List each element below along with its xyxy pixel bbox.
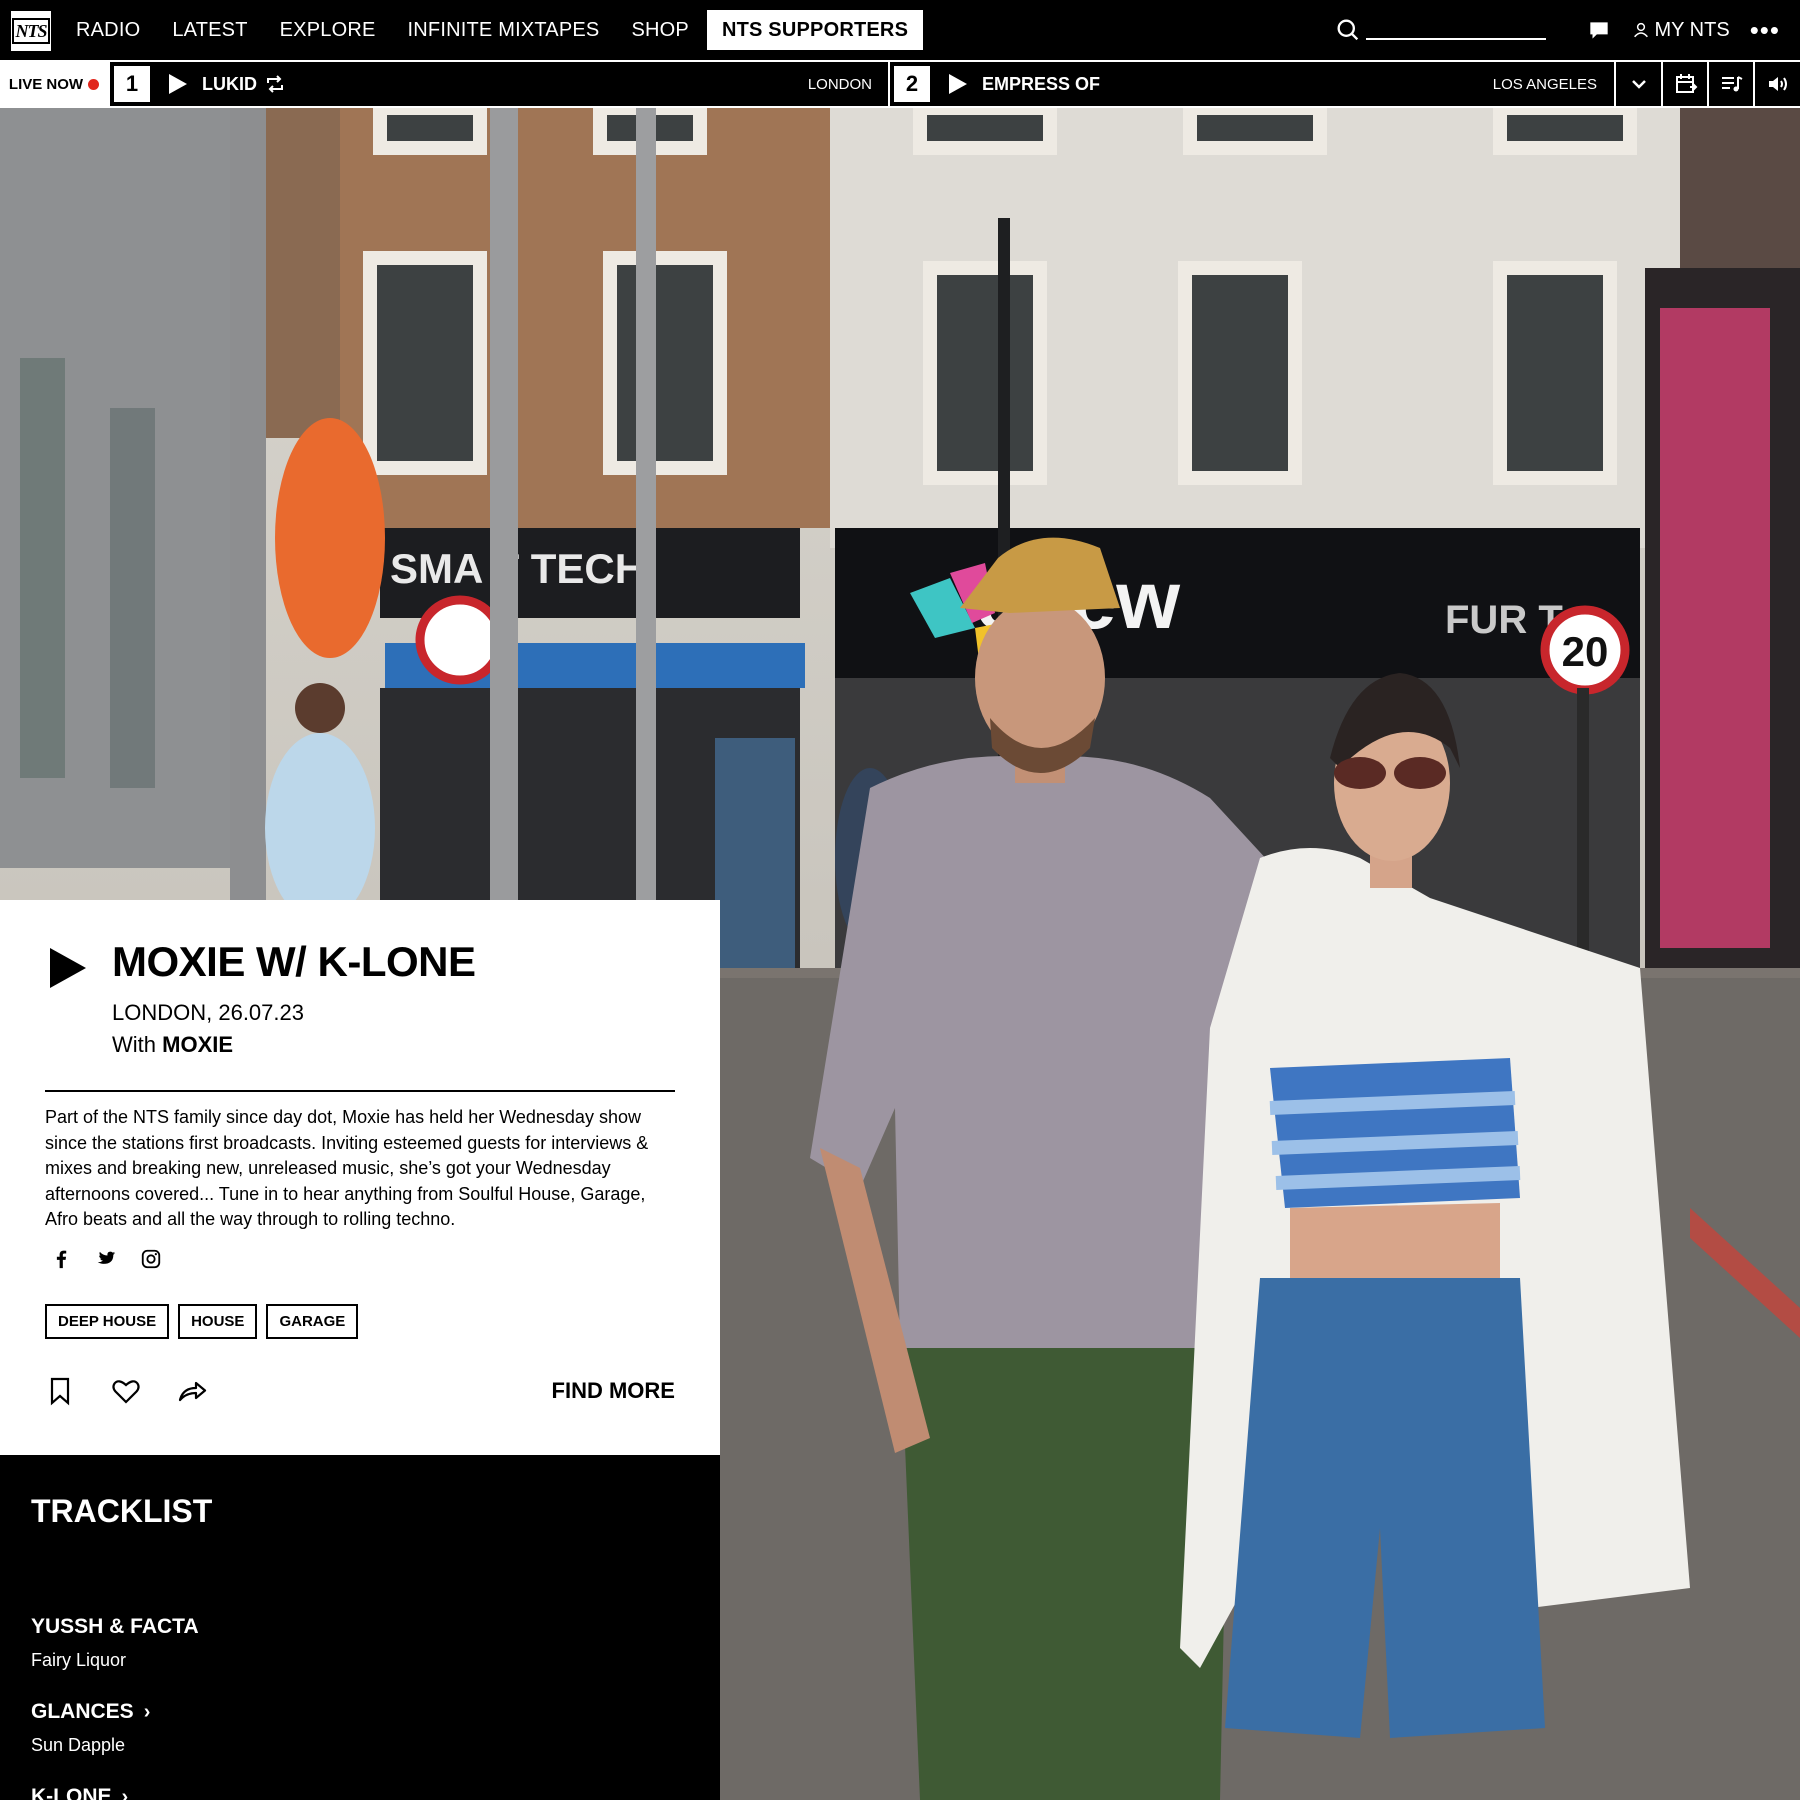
repeat-icon — [267, 75, 283, 93]
tag-garage[interactable]: GARAGE — [266, 1304, 359, 1339]
track-artist-link[interactable]: K-LONE › — [31, 1785, 128, 1800]
logo-text: NTS — [12, 18, 50, 44]
search-icon[interactable] — [1334, 16, 1362, 44]
live-now-label: LIVE NOW — [8, 75, 84, 93]
tag-house[interactable]: HOUSE — [178, 1304, 258, 1339]
user-icon — [1634, 22, 1649, 38]
share-icon[interactable] — [177, 1376, 207, 1406]
live-bar: LIVE NOW 1 LUKID LONDON 2 EMPRESS OF LOS… — [0, 60, 1800, 108]
playlist-icon — [1722, 76, 1743, 92]
nav-right: MY NTS ••• — [1334, 0, 1800, 60]
show-location-date: LONDON, 26.07.23 — [112, 1000, 304, 1025]
twitter-icon[interactable] — [95, 1248, 117, 1270]
queue-button[interactable] — [1709, 62, 1755, 106]
play-episode-icon[interactable] — [50, 948, 86, 988]
nav-shop[interactable]: SHOP — [615, 0, 704, 60]
host-prefix: With — [112, 1032, 156, 1057]
more-menu-icon[interactable]: ••• — [1750, 17, 1780, 43]
live-dot-icon — [88, 78, 100, 90]
search-input[interactable] — [1366, 20, 1547, 40]
channel-1-location: LONDON — [807, 75, 872, 93]
host-link[interactable]: MOXIE — [162, 1032, 233, 1057]
speed-limit-sign: 20 — [1562, 628, 1609, 675]
show-title: MOXIE W/ K-LONE — [112, 938, 476, 985]
play-icon[interactable] — [168, 73, 188, 95]
channel-1-number: 1 — [114, 66, 150, 102]
expand-button[interactable] — [1616, 62, 1662, 106]
chat-icon[interactable] — [1586, 17, 1612, 43]
chevron-right-icon: › — [143, 1700, 151, 1723]
instagram-icon[interactable] — [140, 1248, 162, 1270]
channel-1-player[interactable]: 1 LUKID — [110, 62, 285, 106]
track-item: YUSSH & FACTA Fairy Liquor — [31, 1615, 199, 1671]
schedule-button[interactable] — [1663, 62, 1709, 106]
nav-explore[interactable]: EXPLORE — [264, 0, 392, 60]
nav-radio[interactable]: RADIO — [60, 0, 156, 60]
track-artist-name: YUSSH & FACTA — [31, 1615, 199, 1638]
heart-icon[interactable] — [111, 1376, 141, 1406]
volume-button[interactable] — [1755, 62, 1800, 106]
tag-deep-house[interactable]: DEEP HOUSE — [45, 1304, 170, 1339]
episode-actions — [45, 1376, 243, 1406]
track-item: GLANCES › Sun Dapple — [31, 1700, 150, 1756]
play-icon[interactable] — [948, 73, 968, 95]
track-artist-link[interactable]: GLANCES › — [31, 1700, 150, 1724]
my-nts-link[interactable]: MY NTS — [1632, 18, 1730, 42]
top-navigation: NTS RADIO LATEST EXPLORE INFINITE MIXTAP… — [0, 0, 1800, 60]
volume-icon — [1768, 77, 1787, 91]
track-title: Sun Dapple — [31, 1735, 126, 1755]
divider — [45, 1090, 675, 1092]
show-host-line: With MOXIE — [112, 1032, 233, 1058]
nav-links: RADIO LATEST EXPLORE INFINITE MIXTAPES S… — [60, 0, 924, 60]
nav-infinite-mixtapes[interactable]: INFINITE MIXTAPES — [392, 0, 616, 60]
track-artist: YUSSH & FACTA — [31, 1615, 199, 1639]
channel-2-number: 2 — [894, 66, 930, 102]
track-title: Fairy Liquor — [31, 1650, 127, 1670]
channel-2-player[interactable]: 2 EMPRESS OF — [890, 62, 1100, 106]
chevron-down-icon — [1632, 80, 1646, 89]
bookmark-icon[interactable] — [45, 1376, 75, 1406]
live-now-badge: LIVE NOW — [0, 62, 108, 106]
calendar-icon — [1676, 74, 1698, 93]
nav-supporters-button[interactable]: NTS SUPPORTERS — [706, 10, 924, 50]
show-info-panel: MOXIE W/ K-LONE LONDON, 26.07.23 With MO… — [0, 900, 720, 1455]
track-item: K-LONE › — [31, 1785, 128, 1800]
nts-logo[interactable]: NTS — [11, 11, 51, 51]
chevron-right-icon: › — [121, 1785, 129, 1800]
channel-1-show-name: LUKID — [202, 73, 257, 94]
my-nts-label: MY NTS — [1654, 18, 1730, 41]
find-more-link[interactable]: FIND MORE — [552, 1378, 675, 1404]
channel-2-location: LOS ANGELES — [1492, 75, 1597, 93]
channel-2-show-name: EMPRESS OF — [982, 73, 1101, 94]
track-artist-name: K-LONE — [31, 1785, 112, 1800]
tracklist-heading: TRACKLIST — [31, 1493, 213, 1529]
genre-tags: DEEP HOUSE HOUSE GARAGE — [45, 1304, 367, 1339]
tracklist-section: TRACKLIST YUSSH & FACTA Fairy Liquor GLA… — [0, 1455, 720, 1800]
nav-latest[interactable]: LATEST — [156, 0, 263, 60]
social-links — [50, 1248, 185, 1270]
facebook-icon[interactable] — [50, 1248, 72, 1270]
show-description: Part of the NTS family since day dot, Mo… — [45, 1107, 649, 1229]
track-artist-name: GLANCES — [31, 1700, 134, 1723]
